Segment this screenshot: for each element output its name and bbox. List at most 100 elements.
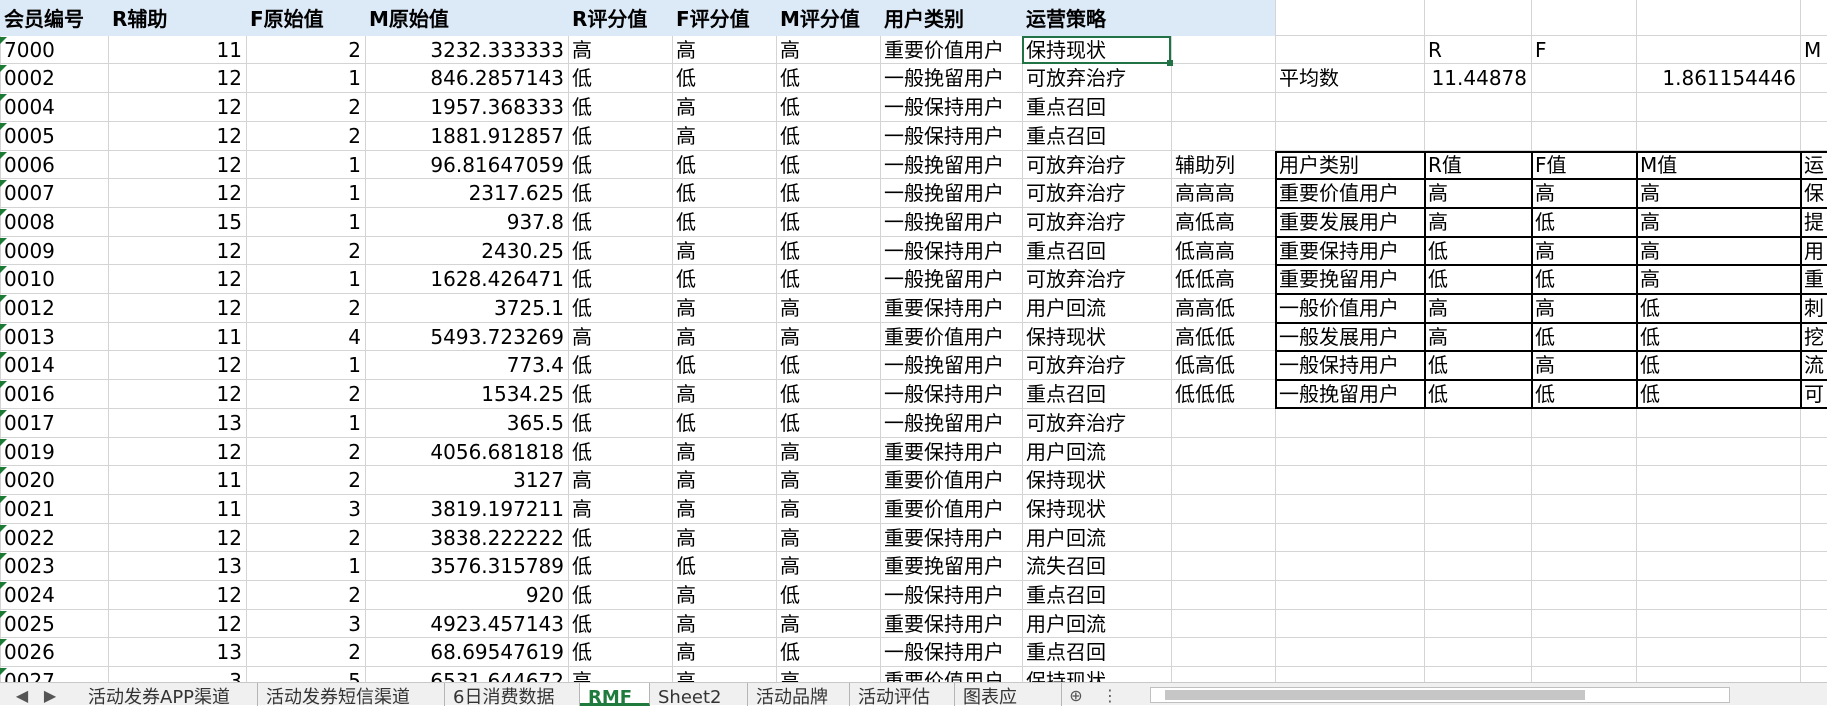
active-cell-selection[interactable] — [1022, 35, 1171, 65]
horizontal-scrollbar[interactable] — [1150, 687, 1730, 703]
reference-table-cell[interactable]: 重要价值用户 — [1275, 179, 1424, 208]
table-cell[interactable]: 1 — [246, 552, 365, 581]
table-cell[interactable]: 流失召回 — [1022, 552, 1171, 581]
table-cell[interactable]: 3819.197211 — [365, 495, 568, 524]
table-cell[interactable]: 365.5 — [365, 409, 568, 438]
table-cell[interactable]: 一般挽留用户 — [880, 151, 1022, 180]
table-cell[interactable]: 低 — [672, 64, 776, 93]
table-cell[interactable]: 用户回流 — [1022, 524, 1171, 553]
table-cell[interactable]: 一般保持用户 — [880, 380, 1022, 409]
table-cell[interactable]: 2 — [246, 380, 365, 409]
table-cell[interactable]: 低 — [568, 638, 672, 667]
table-cell[interactable]: 高 — [776, 610, 880, 639]
reference-table-cell[interactable]: 高 — [1424, 323, 1531, 352]
table-cell[interactable]: 高 — [776, 294, 880, 323]
sheet-tab[interactable]: RMF — [580, 683, 650, 706]
reference-table-cell[interactable]: 重要保持用户 — [1275, 237, 1424, 266]
table-cell[interactable]: 低 — [568, 237, 672, 266]
reference-table-cell[interactable]: 高 — [1531, 294, 1636, 323]
member-id-cell[interactable]: 0014 — [0, 351, 108, 380]
aux-cell[interactable]: 高低低 — [1171, 323, 1275, 352]
aux-cell[interactable]: 高低高 — [1171, 208, 1275, 237]
sheet-tab[interactable]: Sheet2 — [650, 683, 748, 706]
table-cell[interactable]: 低 — [776, 581, 880, 610]
avg-r-value[interactable]: 11.44878 — [1424, 64, 1531, 93]
table-cell[interactable]: 重要价值用户 — [880, 323, 1022, 352]
avg-header-m[interactable]: M — [1800, 36, 1827, 65]
table-cell[interactable]: 高 — [672, 93, 776, 122]
reference-table-cell[interactable]: 高 — [1424, 208, 1531, 237]
table-cell[interactable]: 一般挽留用户 — [880, 179, 1022, 208]
reference-table-cell[interactable]: 重要发展用户 — [1275, 208, 1424, 237]
table-cell[interactable]: 低 — [568, 294, 672, 323]
spreadsheet-grid[interactable]: 会员编号 R辅助 F原始值 M原始值 R评分值 F评分值 M评分值 用户类别 运营策略 7000 1… — [0, 0, 1827, 705]
table-cell[interactable]: 重要保持用户 — [880, 610, 1022, 639]
member-id-cell[interactable]: 0012 — [0, 294, 108, 323]
table-cell[interactable]: 低 — [776, 151, 880, 180]
table-cell[interactable]: 一般挽留用户 — [880, 208, 1022, 237]
reference-table-cell[interactable]: 高 — [1531, 237, 1636, 266]
member-id-cell[interactable]: 0009 — [0, 237, 108, 266]
column-header[interactable]: M原始值 — [365, 5, 568, 34]
reference-table-cell[interactable]: 低 — [1424, 351, 1531, 380]
table-cell[interactable]: 高 — [568, 466, 672, 495]
reference-table-header[interactable]: F值 — [1531, 151, 1636, 180]
table-cell[interactable]: 一般挽留用户 — [880, 409, 1022, 438]
reference-table-cell[interactable]: 高 — [1636, 179, 1800, 208]
table-cell[interactable]: 12 — [108, 265, 246, 294]
table-cell[interactable]: 高 — [672, 122, 776, 151]
table-cell[interactable]: 1 — [246, 64, 365, 93]
table-cell[interactable]: 高 — [776, 466, 880, 495]
table-cell[interactable]: 12 — [108, 294, 246, 323]
member-id-cell[interactable]: 0022 — [0, 524, 108, 553]
table-cell[interactable]: 13 — [108, 638, 246, 667]
table-cell[interactable]: 68.69547619 — [365, 638, 568, 667]
table-cell[interactable]: 846.2857143 — [365, 64, 568, 93]
member-id-cell[interactable]: 0008 — [0, 208, 108, 237]
table-cell[interactable]: 可放弃治疗 — [1022, 265, 1171, 294]
member-id-cell[interactable]: 7000 — [0, 36, 108, 65]
table-cell[interactable]: 低 — [568, 208, 672, 237]
table-cell[interactable]: 12 — [108, 151, 246, 180]
table-cell[interactable]: 低 — [568, 610, 672, 639]
table-cell[interactable]: 1534.25 — [365, 380, 568, 409]
table-cell[interactable]: 低 — [568, 151, 672, 180]
table-cell[interactable]: 4 — [246, 323, 365, 352]
table-cell[interactable]: 一般挽留用户 — [880, 265, 1022, 294]
table-cell[interactable]: 高 — [776, 438, 880, 467]
table-cell[interactable]: 2 — [246, 237, 365, 266]
member-id-cell[interactable]: 0010 — [0, 265, 108, 294]
fill-handle[interactable] — [1167, 60, 1173, 67]
member-id-cell[interactable]: 0023 — [0, 552, 108, 581]
reference-table-cell[interactable]: 挖 — [1800, 323, 1827, 352]
table-cell[interactable]: 重要挽留用户 — [880, 552, 1022, 581]
table-cell[interactable]: 低 — [672, 208, 776, 237]
table-cell[interactable]: 11 — [108, 466, 246, 495]
reference-table-cell[interactable]: 用 — [1800, 237, 1827, 266]
table-cell[interactable]: 可放弃治疗 — [1022, 179, 1171, 208]
table-cell[interactable]: 重要保持用户 — [880, 438, 1022, 467]
table-cell[interactable]: 11 — [108, 36, 246, 65]
table-cell[interactable]: 1881.912857 — [365, 122, 568, 151]
table-cell[interactable]: 低 — [776, 351, 880, 380]
reference-table-header[interactable]: 运 — [1800, 151, 1827, 180]
table-cell[interactable]: 12 — [108, 438, 246, 467]
table-cell[interactable]: 用户回流 — [1022, 438, 1171, 467]
table-cell[interactable]: 重点召回 — [1022, 93, 1171, 122]
table-cell[interactable]: 高 — [672, 638, 776, 667]
aux-cell[interactable]: 高高低 — [1171, 294, 1275, 323]
table-cell[interactable]: 保持现状 — [1022, 466, 1171, 495]
table-cell[interactable]: 低 — [568, 122, 672, 151]
table-cell[interactable]: 低 — [776, 380, 880, 409]
table-cell[interactable]: 高 — [672, 237, 776, 266]
table-cell[interactable]: 2 — [246, 36, 365, 65]
member-id-cell[interactable]: 0025 — [0, 610, 108, 639]
member-id-cell[interactable]: 0016 — [0, 380, 108, 409]
table-cell[interactable]: 高 — [568, 495, 672, 524]
table-cell[interactable]: 低 — [776, 409, 880, 438]
column-header[interactable]: F原始值 — [246, 5, 365, 34]
table-cell[interactable]: 低 — [568, 409, 672, 438]
table-cell[interactable]: 重要价值用户 — [880, 36, 1022, 65]
table-cell[interactable]: 12 — [108, 581, 246, 610]
table-cell[interactable]: 2 — [246, 122, 365, 151]
